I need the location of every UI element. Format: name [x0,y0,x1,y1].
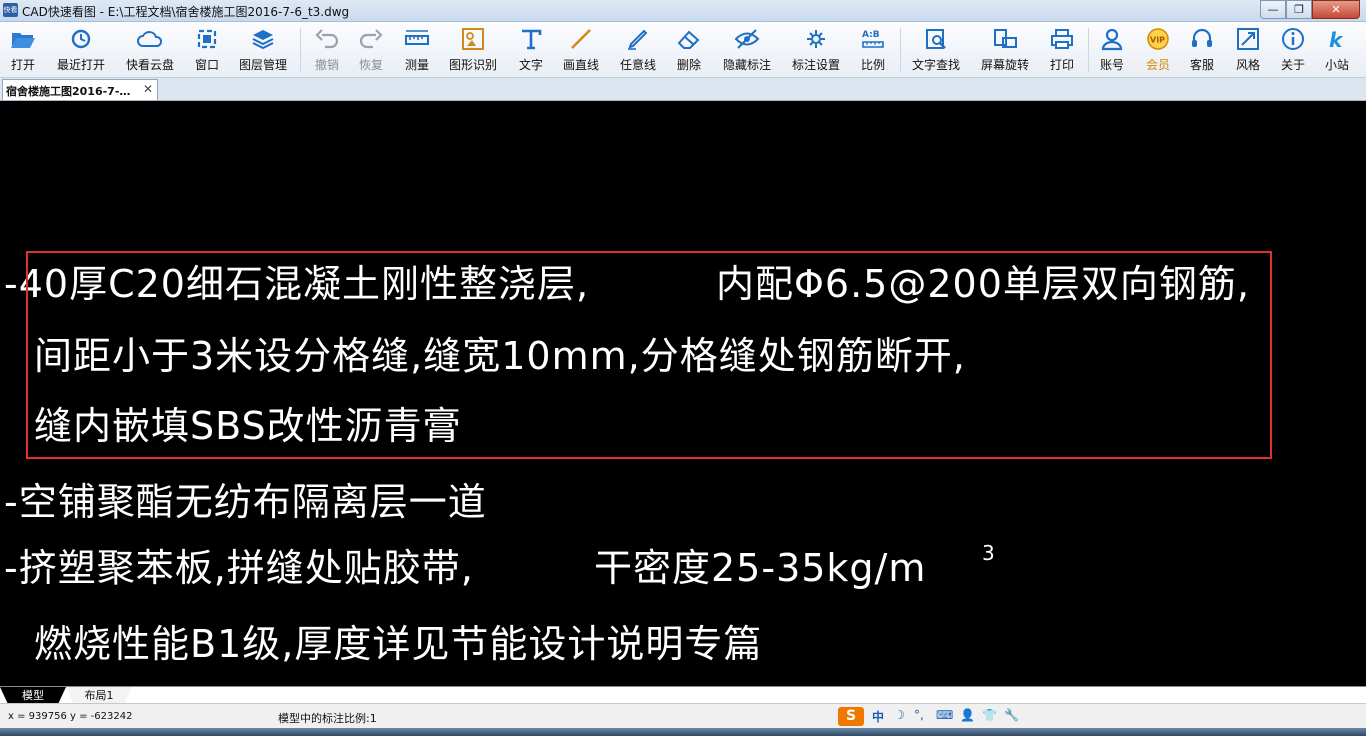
app-logo-icon: 快看 [3,3,18,17]
headset-icon [1192,28,1212,47]
customer-service-button[interactable]: 客服 [1184,27,1220,73]
window-button[interactable]: 窗口 [188,27,226,73]
status-bar: x = 939756 y = -623242 模型中的标注比例:1 S 中 ☽ … [0,703,1366,729]
punctuation-icon[interactable]: °, [914,708,924,722]
text-icon [522,29,542,50]
open-button[interactable]: 打开 [4,27,42,73]
document-tab-label: 宿舍楼施工图2016-7-… [6,85,131,98]
tab-close-icon[interactable]: ✕ [143,82,153,96]
toolbar-separator [900,28,901,72]
sogou-logo-icon[interactable]: S [838,707,864,726]
shape-recognize-icon [462,28,484,50]
account-button[interactable]: 账号 [1094,27,1130,73]
info-icon [1282,28,1304,50]
annotation-settings-button[interactable]: 标注设置 [786,27,846,73]
settings-icon [807,30,825,48]
folder-open-icon [11,33,35,48]
window-icon [197,29,217,49]
rotate-icon [994,29,1017,48]
vip-icon: VIP [1147,28,1169,50]
keyboard-icon[interactable]: ⌨ [936,708,953,722]
text-button[interactable]: 文字 [512,27,550,73]
text-search-icon [926,29,946,49]
cloud-icon [137,31,163,47]
text-search-button[interactable]: 文字查找 [908,27,964,73]
shape-recognition-button[interactable]: 图形识别 [444,27,502,73]
title-bar: 快看 CAD快速看图 - E:\工程文档\宿舍楼施工图2016-7-6_t3.d… [0,0,1366,22]
tab-model[interactable]: 模型 [0,687,66,704]
user-icon [1101,28,1123,51]
redo-icon [359,29,383,49]
toolbar-separator [300,28,301,72]
document-tab-strip: 宿舍楼施工图2016-7-… ✕ [0,78,1366,101]
redo-button[interactable]: 恢复 [352,27,390,73]
mini-site-button[interactable]: k 小站 [1318,27,1356,73]
svg-text:A:B: A:B [862,30,880,40]
ruler-icon [405,30,429,45]
layers-icon [252,30,274,50]
window-title: CAD快速看图 - E:\工程文档\宿舍楼施工图2016-7-6_t3.dwg [22,5,350,19]
eye-hide-icon [734,29,760,49]
scale-button[interactable]: A:B 比例 [854,27,892,73]
cad-text-line: 干密度25-35kg/m [594,546,927,590]
windows-taskbar [0,728,1366,736]
selection-box [26,251,1272,459]
moon-icon[interactable]: ☽ [894,708,905,722]
pen-icon [628,29,648,50]
eraser-icon [677,30,700,49]
document-tab[interactable]: 宿舍楼施工图2016-7-… ✕ [2,79,158,100]
freehand-line-button[interactable]: 任意线 [614,27,662,73]
undo-icon [315,29,339,49]
cad-text-line: -空铺聚酯无纺布隔离层一道 [4,480,487,524]
svg-text:k: k [1329,28,1344,51]
recent-open-button[interactable]: 最近打开 [50,27,112,73]
screen-rotate-button[interactable]: 屏幕旋转 [976,27,1034,73]
close-button[interactable]: ✕ [1312,0,1360,19]
ime-chinese-mode[interactable]: 中 [872,708,884,725]
measure-button[interactable]: 测量 [398,27,436,73]
draw-line-button[interactable]: 画直线 [558,27,604,73]
undo-button[interactable]: 撤销 [308,27,346,73]
hide-annotation-button[interactable]: 隐藏标注 [716,27,778,73]
print-button[interactable]: 打印 [1044,27,1080,73]
scale-icon: A:B [862,30,884,48]
user-icon[interactable]: 👤 [960,708,975,722]
about-button[interactable]: 关于 [1275,27,1311,73]
ime-toolbar[interactable]: S 中 ☽ °, ⌨ 👤 👕 🔧 [838,707,1028,726]
style-button[interactable]: 风格 [1230,27,1266,73]
layer-manager-button[interactable]: 图层管理 [234,27,292,73]
delete-button[interactable]: 删除 [670,27,708,73]
minimize-button[interactable]: — [1260,0,1286,19]
skin-icon[interactable]: 👕 [982,708,997,722]
style-icon [1237,28,1259,50]
printer-icon [1051,29,1073,49]
vip-button[interactable]: VIP 会员 [1140,27,1176,73]
cad-text-line: 燃烧性能B1级,厚度详见节能设计说明专篇 [34,622,763,666]
layout-tab-bar: 模型 布局1 [0,686,1366,704]
cad-text-line: -挤塑聚苯板,拼缝处贴胶带, [4,546,474,590]
main-toolbar: 打开 最近打开 快看云盘 窗口 图层管理 撤销 恢复 测量 图形识别 文字 画直… [0,22,1366,78]
line-icon [571,29,591,49]
annotation-scale: 模型中的标注比例:1 [278,712,377,725]
drawing-canvas[interactable]: -40厚C20细石混凝土刚性整浇层, 内配Φ6.5@200单层双向钢筋, 间距小… [0,101,1366,686]
k-logo-icon: k [1329,28,1344,51]
tab-layout1[interactable]: 布局1 [66,687,132,704]
cursor-coordinates: x = 939756 y = -623242 [8,711,133,722]
cloud-drive-button[interactable]: 快看云盘 [120,27,180,73]
wrench-icon[interactable]: 🔧 [1004,708,1019,722]
clock-icon [71,29,91,49]
svg-text:VIP: VIP [1150,36,1165,45]
cad-superscript: 3 [982,541,996,565]
maximize-button[interactable]: ❐ [1286,0,1312,19]
toolbar-separator [1088,28,1089,72]
